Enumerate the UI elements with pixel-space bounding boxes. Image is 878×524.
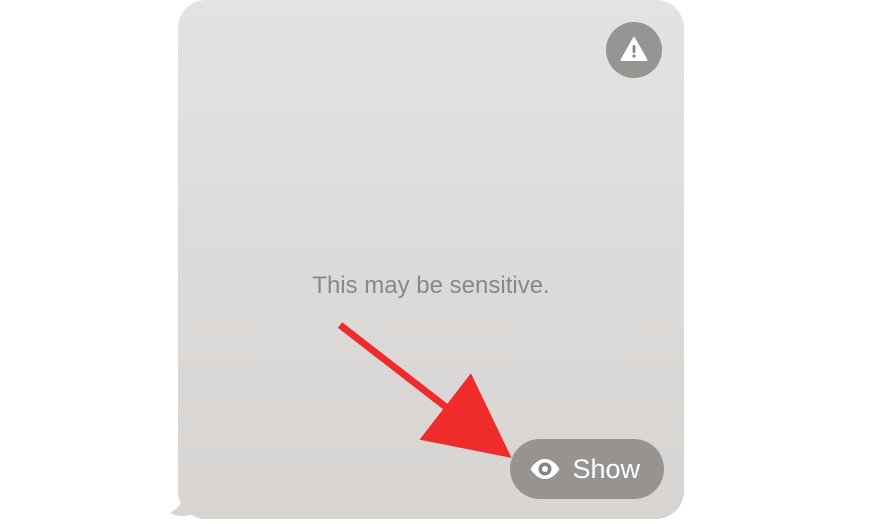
warning-icon [619,35,649,65]
eye-icon [528,452,562,486]
warning-badge[interactable] [606,22,662,78]
show-button-label: Show [572,454,640,485]
sensitive-content-bubble: This may be sensitive. Show [178,0,684,519]
show-button[interactable]: Show [510,439,664,499]
sensitive-content-label: This may be sensitive. [178,272,684,300]
